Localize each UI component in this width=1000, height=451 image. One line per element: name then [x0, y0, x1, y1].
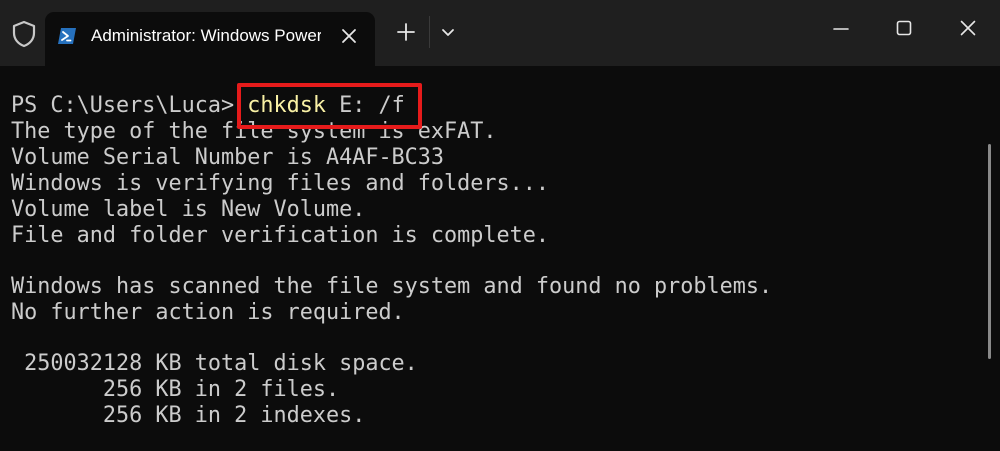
output-line: Volume label is New Volume. — [11, 197, 366, 222]
prompt: PS C:\Users\Luca> — [11, 93, 248, 118]
output-line: Windows is verifying files and folders..… — [11, 171, 550, 196]
shield-icon — [12, 20, 36, 48]
title-bar[interactable]: Administrator: Windows PowerShell — [0, 0, 1000, 66]
minimize-icon[interactable] — [826, 14, 856, 44]
scrollbar[interactable] — [988, 144, 991, 359]
terminal-output[interactable]: PS C:\Users\Luca> chkdsk E: /f The type … — [0, 66, 1000, 451]
terminal-window: Administrator: Windows PowerShell PS C:\… — [0, 0, 1000, 451]
output-line: 256 KB in 2 indexes. — [11, 403, 366, 428]
close-icon[interactable] — [335, 22, 363, 50]
output-line: File and folder verification is complete… — [11, 223, 550, 248]
powershell-icon — [58, 28, 76, 44]
output-line: No further action is required. — [11, 300, 405, 325]
maximize-icon[interactable] — [889, 13, 919, 43]
tab-title: Administrator: Windows PowerShell — [91, 26, 321, 45]
tab-powershell[interactable]: Administrator: Windows PowerShell — [45, 12, 375, 66]
command-highlight-box — [237, 83, 422, 129]
close-icon[interactable] — [953, 13, 983, 43]
output-line: 256 KB in 2 files. — [11, 377, 340, 402]
plus-icon[interactable] — [392, 18, 420, 46]
titlebar-divider — [429, 16, 430, 48]
output-line: Windows has scanned the file system and … — [11, 274, 773, 299]
output-line: 250032128 KB total disk space. — [11, 351, 418, 376]
chevron-down-icon[interactable] — [436, 20, 460, 44]
output-line: Volume Serial Number is A4AF-BC33 — [11, 145, 445, 170]
